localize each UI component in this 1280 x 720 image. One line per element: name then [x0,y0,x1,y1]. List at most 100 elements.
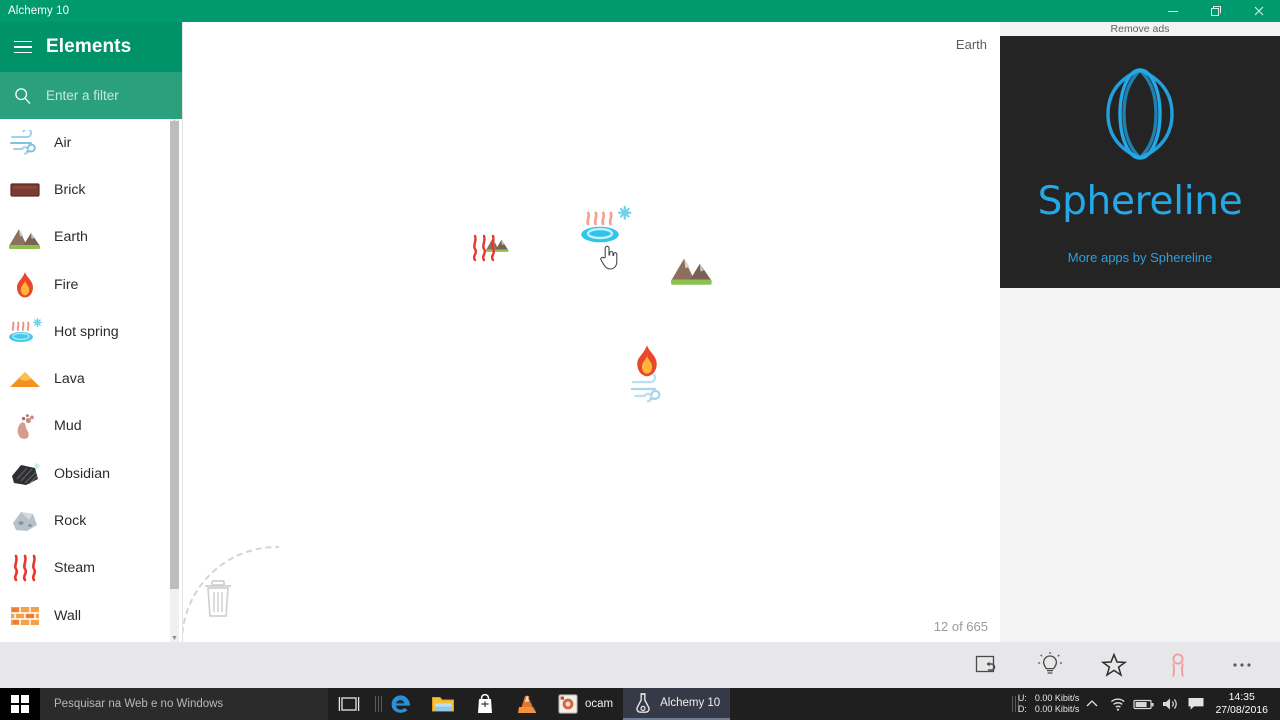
lava-icon [4,359,46,399]
tray-divider [1008,688,1018,720]
windows-start-icon[interactable] [0,688,40,720]
favorites-button[interactable] [1082,642,1146,688]
network-up-label: U: [1017,693,1027,703]
sidebar-item-label: Brick [54,181,86,198]
sidebar-item-label: Obsidian [54,465,110,482]
fire-icon [4,265,46,305]
sidebar-item-obsidian[interactable]: Obsidian [0,450,182,497]
network-down-value: 0.00 Kibit/s [1034,704,1080,714]
sidebar-item-fire[interactable]: Fire [0,261,182,308]
taskbar-app-alchemy[interactable]: Alchemy 10 [623,688,731,720]
sidebar-item-label: Wall [54,607,82,624]
ad-cta-text[interactable]: More apps by Sphereline [1068,250,1213,265]
sidebar-item-brick[interactable]: Brick [0,166,182,213]
sidebar: Elements Enter a filter Air Brick Earth … [0,22,182,642]
ad-brand-wordmark: Sphereline [1037,179,1243,224]
hint-button[interactable] [1018,642,1082,688]
sidebar-item-label: Earth [54,229,88,246]
sidebar-item-wall[interactable]: Wall [0,592,182,639]
mud-icon [4,406,46,446]
sidebar-item-label: Steam [54,560,96,577]
hamburger-icon[interactable] [0,22,46,72]
system-tray: U: D: 0.00 Kibit/s 0.00 Kibit/s 14:35 27… [1008,688,1280,720]
taskbar-search-box[interactable]: Pesquisar na Web e no Windows [40,688,328,720]
sidebar-item-lava[interactable]: Lava [0,355,182,402]
obsidian-icon [4,454,46,494]
minimize-button[interactable] [1151,0,1194,22]
tile-steam-earth[interactable] [467,222,519,274]
app-bottom-bar [0,642,1280,688]
sidebar-item-label: Mud [54,418,82,435]
taskbar-app-file-explorer[interactable] [422,688,464,720]
sidebar-item-label: Air [54,134,72,151]
restore-button[interactable] [1194,0,1237,22]
scroll-down-icon[interactable]: ▼ [170,634,179,642]
sidebar-title: Elements [46,36,132,57]
battery-icon[interactable] [1131,688,1157,720]
workspace-canvas[interactable]: Earth 12 of 665 [182,22,1000,642]
network-rate-meter[interactable]: U: D: 0.00 Kibit/s 0.00 Kibit/s [1018,693,1080,715]
ocam-icon [558,694,578,714]
earth-icon [4,217,46,257]
ad-banner[interactable]: Sphereline More apps by Sphereline [1000,36,1280,288]
tile-earth[interactable] [669,244,721,296]
notification-icon[interactable] [1183,688,1209,720]
alchemy-app-window: Alchemy 10 Elements Enter a filter Air B… [0,0,1280,720]
wifi-icon[interactable] [1105,688,1131,720]
trash-icon[interactable] [201,579,235,624]
hot-spring-icon [4,312,46,352]
taskbar-app-label: Alchemy 10 [660,697,721,709]
taskbar-app-ocam[interactable]: ocam [548,688,623,720]
wall-icon [4,596,46,636]
scrollbar-thumb[interactable] [170,121,179,589]
profile-button[interactable] [1146,642,1210,688]
taskbar-app-edge[interactable] [380,688,422,720]
sidebar-item-label: Rock [54,513,87,530]
taskbar-clock[interactable]: 14:35 27/08/2016 [1209,691,1276,717]
title-bar: Alchemy 10 [0,0,1280,22]
reset-button[interactable] [954,642,1018,688]
tile-fire-air[interactable] [621,342,679,408]
task-view-icon[interactable] [328,688,370,720]
sidebar-item-label: Hot spring [54,323,119,340]
taskbar-app-label: ocam [585,698,614,710]
filter-search-row[interactable] [0,72,182,119]
tile-hot-spring[interactable] [579,204,637,262]
sidebar-item-air[interactable]: Air [0,119,182,166]
taskbar-app-media-player[interactable] [506,688,548,720]
sidebar-item-mud[interactable]: Mud [0,403,182,450]
window-controls [1151,0,1280,22]
sidebar-item-earth[interactable]: Earth [0,214,182,261]
speaker-icon[interactable] [1157,688,1183,720]
sidebar-item-steam[interactable]: Steam [0,545,182,592]
sidebar-item-rock[interactable]: Rock [0,497,182,544]
taskbar-divider [370,688,380,720]
elements-list[interactable]: Air Brick Earth Fire Hot spring Lava Mud… [0,119,182,642]
sphereline-logo-icon [1092,62,1188,171]
sidebar-item-hot-spring[interactable]: Hot spring [0,308,182,355]
search-input[interactable] [46,88,171,103]
flask-icon [636,693,650,713]
trash-drop-zone[interactable] [183,532,279,642]
window-title: Alchemy 10 [8,5,70,17]
network-down-label: D: [1017,704,1027,714]
search-icon [0,72,46,119]
clock-time: 14:35 [1228,691,1255,703]
clock-date: 27/08/2016 [1215,704,1268,716]
taskbar-search-placeholder: Pesquisar na Web e no Windows [54,698,224,710]
discovered-count: 12 of 665 [933,619,988,634]
rock-icon [4,501,46,541]
more-button[interactable] [1210,642,1274,688]
sidebar-item-label: Fire [54,276,79,293]
sidebar-header: Elements [0,22,182,72]
chevron-up-icon[interactable] [1079,688,1105,720]
close-button[interactable] [1237,0,1280,22]
hovered-element-label: Earth [955,37,987,52]
taskbar-app-store[interactable] [464,688,506,720]
air-icon [4,123,46,163]
ad-panel: Remove ads Sphereline More apps by Spher… [1000,22,1280,642]
remove-ads-link[interactable]: Remove ads [1000,22,1280,36]
sidebar-scrollbar[interactable]: ▲ ▼ [170,119,179,642]
network-up-value: 0.00 Kibit/s [1034,693,1080,703]
steam-icon [4,548,46,588]
